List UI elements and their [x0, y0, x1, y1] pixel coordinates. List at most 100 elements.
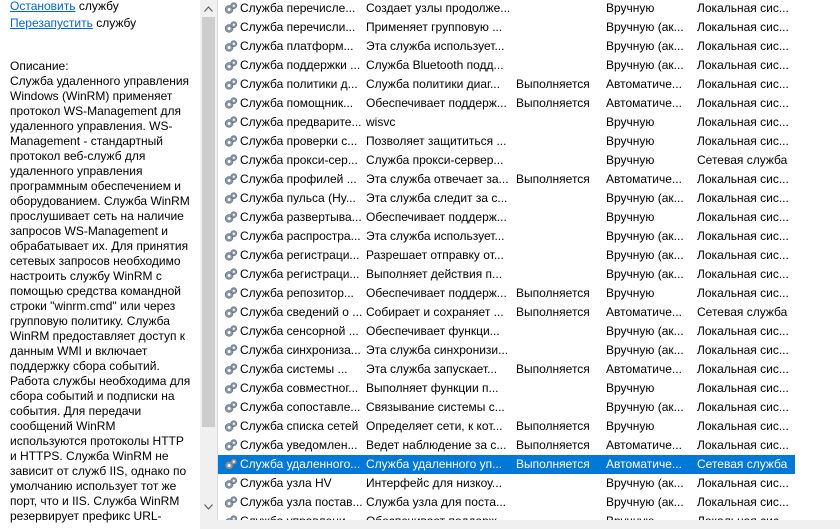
description-scrollbar[interactable] — [200, 0, 217, 529]
service-status — [516, 132, 602, 151]
service-description: Связывание системы с... — [366, 400, 505, 414]
service-name: Служба репозитор... — [240, 286, 354, 300]
service-row[interactable]: Служба прокси-сер... Служба прокси-сервер… — [218, 151, 795, 170]
service-row[interactable]: Служба помощник... Обеспечивает поддерж..… — [218, 94, 795, 113]
gear-icon — [222, 132, 238, 151]
service-status — [516, 151, 602, 170]
service-row[interactable]: Служба удаленного... Служба удаленного уп… — [218, 455, 795, 474]
service-row[interactable]: Служба перечисле... Создает узлы продолже… — [218, 0, 795, 18]
service-startup-type: Вручную — [606, 153, 655, 167]
service-status: Выполняется — [516, 305, 590, 319]
service-row[interactable]: Служба предварите... wisvc Вручную Локальна… — [218, 113, 795, 132]
chevron-down-icon[interactable] — [200, 498, 217, 515]
service-startup-type: Вручную — [606, 210, 655, 224]
gear-icon — [222, 493, 238, 512]
service-description: Применяет групповую ... — [366, 20, 503, 34]
service-row[interactable]: Служба платформ... Эта служба использует.… — [218, 37, 795, 56]
service-row[interactable]: Служба системы ... Эта служба запускает..… — [218, 360, 795, 379]
service-row[interactable]: Служба регистраци... Разрешает отправку о… — [218, 246, 795, 265]
service-logon-as: Локальная сис... — [697, 20, 789, 34]
service-row[interactable]: Служба совместног... Выполняет функции п.… — [218, 379, 795, 398]
service-row[interactable]: Служба узла постав... Служба узла для пос… — [218, 493, 795, 512]
service-row[interactable]: Служба репозитор... Обеспечивает поддерж.… — [218, 284, 795, 303]
stop-service-link[interactable]: Остановить — [10, 0, 76, 13]
service-name: Служба распростра... — [240, 229, 361, 243]
service-status — [516, 56, 602, 75]
description-panel: Остановить службу Перезапустить службу О… — [0, 0, 200, 529]
service-row[interactable]: Служба перечисли... Применяет групповую .… — [218, 18, 795, 37]
service-name: Служба платформ... — [240, 39, 354, 53]
service-logon-as: Сетевая служба — [697, 457, 788, 471]
service-startup-type: Вручную — [606, 115, 655, 129]
service-row[interactable]: Служба сопоставле... Связывание системы с… — [218, 398, 795, 417]
service-name: Служба списка сетей — [240, 419, 359, 433]
service-row[interactable]: Служба синхрониза... Эта служба синхрониз… — [218, 341, 795, 360]
service-name: Служба сенсорной ... — [240, 324, 359, 338]
gear-icon — [222, 455, 238, 474]
service-status — [516, 227, 602, 246]
service-description: Эта служба следит за с... — [366, 191, 508, 205]
service-status — [516, 265, 602, 284]
services-list: Служба перечисле... Создает узлы продолже… — [218, 0, 795, 529]
service-row[interactable]: Служба списка сетей Определяет сети, к ко… — [218, 417, 795, 436]
service-logon-as: Локальная сис... — [697, 134, 789, 148]
service-status: Выполняется — [516, 438, 590, 452]
service-row[interactable]: Служба сведений о ... Собирает и сохраняе… — [218, 303, 795, 322]
service-logon-as: Локальная сис... — [697, 324, 789, 338]
service-status — [516, 0, 602, 18]
scrollbar-thumb[interactable] — [202, 17, 215, 427]
service-logon-as: Локальная сис... — [697, 419, 789, 433]
service-row[interactable]: Служба регистраци... Выполняет действия п… — [218, 265, 795, 284]
service-logon-as: Локальная сис... — [697, 248, 789, 262]
service-row[interactable]: Служба профилей ... Эта служба отвечает з… — [218, 170, 795, 189]
service-description: Служба прокси-сервер... — [366, 153, 504, 167]
horizontal-scrollbar[interactable] — [200, 520, 840, 529]
service-row[interactable]: Служба проверки с... Позволяет защититься… — [218, 132, 795, 151]
service-logon-as: Локальная сис... — [697, 1, 789, 15]
service-name: Служба сведений о ... — [240, 305, 362, 319]
gear-icon — [222, 474, 238, 493]
service-description: Интерфейс для низкоу... — [366, 476, 502, 490]
service-row[interactable]: Служба уведомлен... Ведет наблюдение за с… — [218, 436, 795, 455]
service-description: Служба политики диаг... — [366, 77, 500, 91]
gear-icon — [222, 360, 238, 379]
service-row[interactable]: Служба политики д... Служба политики диаг… — [218, 75, 795, 94]
service-row[interactable]: Служба распростра... Эта служба используе… — [218, 227, 795, 246]
gear-icon — [222, 322, 238, 341]
chevron-up-icon[interactable] — [200, 0, 217, 17]
service-description: Обеспечивает поддерж... — [366, 286, 507, 300]
service-status — [516, 493, 602, 512]
service-logon-as: Сетевая служба — [697, 305, 788, 319]
restart-service-suffix: службу — [92, 16, 137, 30]
service-row[interactable]: Служба сенсорной ... Обеспечивает функци.… — [218, 322, 795, 341]
service-description: Служба узла для поста... — [366, 495, 506, 509]
service-description: Служба удаленного уп... — [366, 457, 503, 471]
service-row[interactable]: Служба поддержки ... Служба Bluetooth под… — [218, 56, 795, 75]
gear-icon — [222, 37, 238, 56]
service-row[interactable]: Служба пульса (Hy... Эта служба следит за… — [218, 189, 795, 208]
service-name: Служба регистраци... — [240, 248, 360, 262]
service-name: Служба политики д... — [240, 77, 358, 91]
service-startup-type: Вручную (ак... — [606, 20, 684, 34]
gear-icon — [222, 417, 238, 436]
service-description: Собирает и сохраняет ... — [366, 305, 504, 319]
restart-service-link[interactable]: Перезапустить — [10, 16, 93, 30]
gear-icon — [222, 18, 238, 37]
service-startup-type: Автоматиче... — [606, 362, 682, 376]
gear-icon — [222, 341, 238, 360]
service-startup-type: Вручную (ак... — [606, 343, 684, 357]
gear-icon — [222, 113, 238, 132]
service-logon-as: Локальная сис... — [697, 495, 789, 509]
service-description: Эта служба отвечает за... — [366, 172, 509, 186]
service-name: Служба узла постав... — [240, 495, 362, 509]
service-startup-type: Вручную (ак... — [606, 39, 684, 53]
service-logon-as: Локальная сис... — [697, 172, 789, 186]
service-startup-type: Вручную (ак... — [606, 476, 684, 490]
service-row[interactable]: Служба узла HV Интерфейс для низкоу... Вру… — [218, 474, 795, 493]
service-name: Служба пульса (Hy... — [240, 191, 356, 205]
service-name: Служба развертыва... — [240, 210, 362, 224]
service-startup-type: Вручную (ак... — [606, 267, 684, 281]
service-row[interactable]: Служба развертыва... Обеспечивает поддерж… — [218, 208, 795, 227]
description-text: Служба удаленного управления Windows (Wi… — [10, 74, 191, 523]
service-status — [516, 208, 602, 227]
